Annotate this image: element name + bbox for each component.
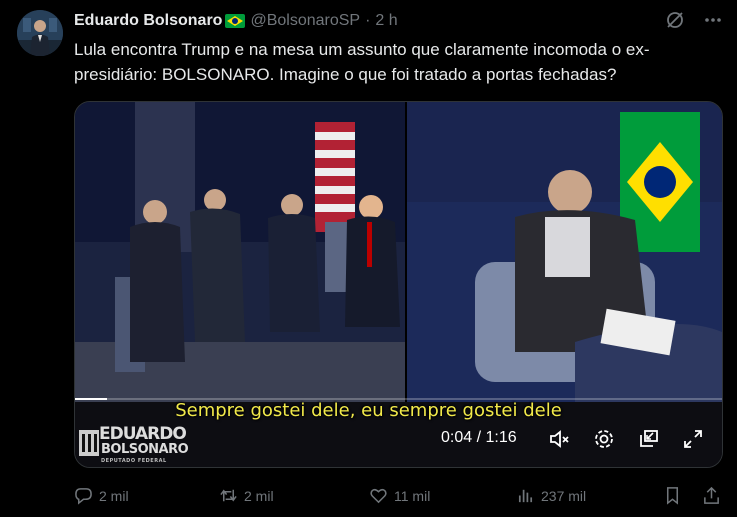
like-count: 11 mil — [394, 487, 431, 504]
views-button[interactable]: 237 mil — [516, 486, 586, 505]
tweet-header: Eduardo Bolsonaro @BolsonaroSP · 2 h — [74, 11, 398, 31]
video-time: 0:04 / 1:16 — [441, 429, 517, 446]
watermark-line1: EDUARDO — [99, 424, 187, 444]
repost-count: 2 mil — [244, 487, 274, 504]
like-button[interactable]: 11 mil — [369, 486, 430, 505]
separator-dot: · — [365, 12, 371, 29]
author-name[interactable]: Eduardo Bolsonaro — [74, 12, 222, 30]
share-icon — [704, 486, 719, 504]
tweet-text: Lula encontra Trump e na mesa um assunto… — [74, 40, 650, 84]
author-handle[interactable]: @BolsonaroSP — [250, 12, 360, 30]
reply-icon — [75, 488, 92, 505]
grok-icon[interactable] — [665, 10, 685, 35]
repost-button[interactable]: 2 mil — [219, 486, 274, 505]
volume-muted-icon[interactable] — [547, 426, 573, 452]
brazil-flag-icon — [225, 14, 246, 28]
watermark-line3: DEPUTADO FEDERAL — [101, 458, 167, 464]
share-button[interactable] — [702, 486, 727, 505]
reply-button[interactable]: 2 mil — [74, 486, 129, 505]
reply-count: 2 mil — [99, 487, 129, 504]
video-player[interactable]: Sempre gostei dele, eu sempre gostei del… — [74, 101, 723, 468]
bookmark-button[interactable] — [663, 486, 688, 505]
views-icon — [518, 489, 533, 503]
video-progress-bar[interactable] — [75, 398, 722, 400]
fullscreen-icon[interactable] — [680, 426, 706, 452]
post-time[interactable]: 2 h — [375, 12, 397, 30]
avatar[interactable] — [17, 10, 63, 56]
watermark-line2: BOLSONARO — [101, 442, 189, 457]
pip-icon[interactable] — [636, 426, 662, 452]
watermark-emblem-icon — [79, 430, 99, 456]
repost-icon — [220, 489, 237, 502]
settings-icon[interactable] — [591, 426, 617, 452]
more-icon[interactable] — [703, 10, 723, 35]
bookmark-icon — [666, 487, 679, 505]
tweet-actions: 2 mil 2 mil 11 mil 237 mil — [74, 486, 724, 506]
channel-watermark: EDUARDO BOLSONARO DEPUTADO FEDERAL — [75, 424, 189, 464]
video-progress-fill — [75, 398, 108, 400]
like-icon — [370, 488, 387, 504]
video-subtitle: Sempre gostei dele, eu sempre gostei del… — [175, 400, 562, 421]
views-count: 237 mil — [541, 487, 587, 504]
